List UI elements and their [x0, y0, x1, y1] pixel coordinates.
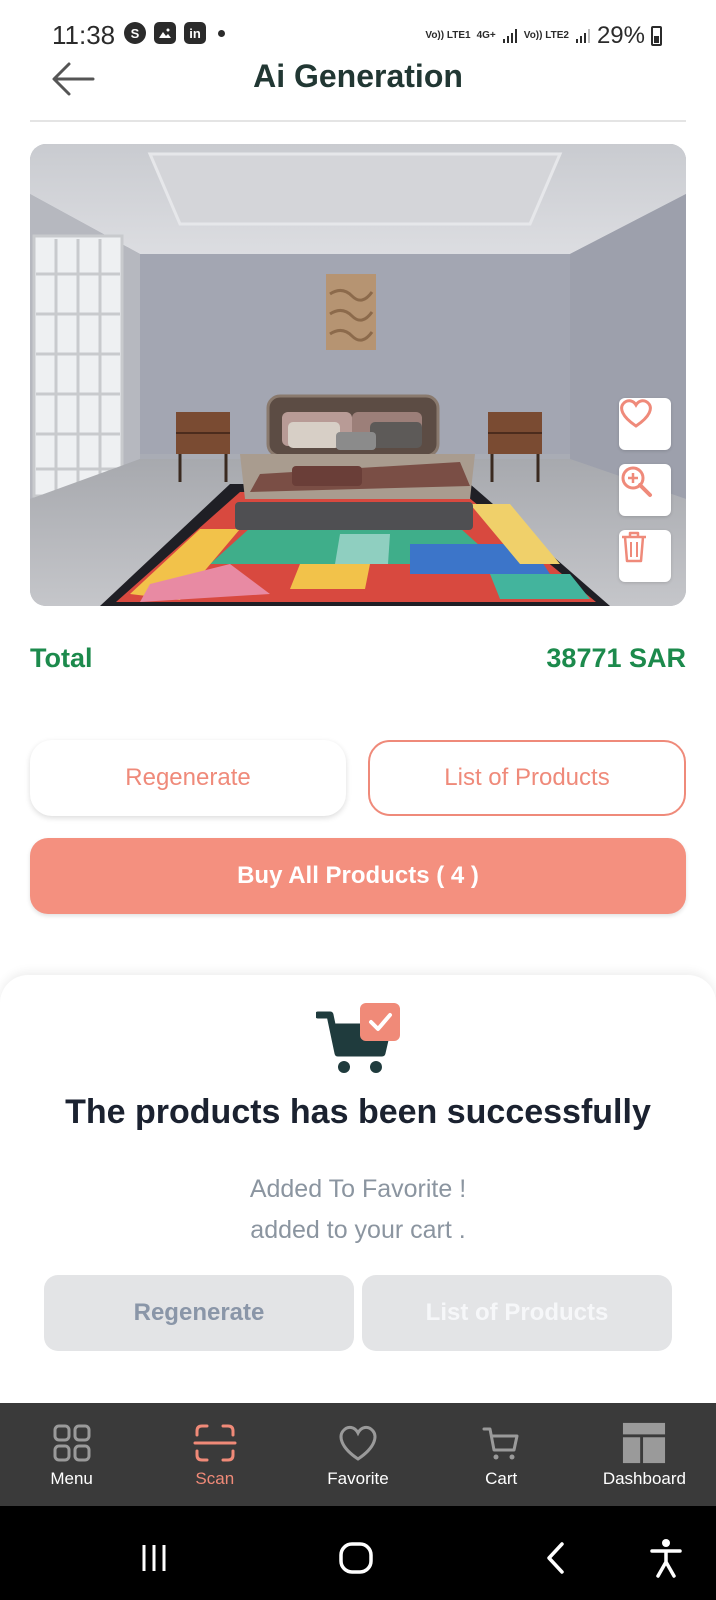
battery-percent: 29%	[596, 22, 645, 49]
heart-icon	[336, 1421, 380, 1465]
bottom-navigation: Menu Scan Favorite Cart Dashboard	[0, 1403, 716, 1506]
gallery-notification-icon	[154, 22, 176, 44]
status-indicators: Vo)) LTE1 4G+ Vo)) LTE2 29%	[425, 22, 662, 50]
nav-item-menu[interactable]: Menu	[0, 1403, 143, 1506]
nav-label: Cart	[485, 1468, 518, 1488]
regenerate-button[interactable]: Regenerate	[30, 740, 346, 816]
nav-label: Favorite	[327, 1468, 389, 1488]
linkedin-notification-icon: in	[184, 22, 206, 44]
home-icon	[339, 1542, 373, 1574]
list-of-products-button[interactable]: List of Products	[368, 740, 686, 816]
nav-label: Scan	[195, 1468, 235, 1488]
zoom-in-icon	[621, 466, 652, 497]
zoom-button[interactable]	[619, 464, 671, 516]
total-label: Total	[30, 643, 93, 673]
recent-apps-button[interactable]	[132, 1536, 176, 1580]
recent-apps-icon	[142, 1545, 166, 1571]
more-notifications-icon	[218, 29, 225, 37]
system-navigation-bar	[0, 1506, 716, 1600]
app-header: Ai Generation	[0, 52, 716, 122]
status-bar: 11:38 S in Vo)) LTE1 4G+ Vo)) LTE2 29%	[0, 0, 716, 58]
nav-item-cart[interactable]: Cart	[430, 1403, 573, 1506]
success-bottom-sheet: The products has been successfully Added…	[0, 975, 716, 1403]
sheet-list-of-products-button[interactable]: List of Products	[362, 1275, 672, 1351]
signal-icon	[575, 29, 590, 43]
generated-room-image	[30, 144, 686, 606]
favorite-button[interactable]	[619, 398, 671, 450]
status-notification-icons: S in	[124, 22, 225, 44]
cart-check-icon	[316, 1003, 400, 1073]
total-value: 38771 SAR	[546, 643, 686, 673]
nav-label: Dashboard	[602, 1468, 686, 1488]
home-button[interactable]	[334, 1536, 378, 1580]
nav-item-dashboard[interactable]: Dashboard	[573, 1403, 716, 1506]
cart-icon	[479, 1421, 523, 1465]
nav-item-favorite[interactable]: Favorite	[286, 1403, 429, 1506]
grid-icon	[50, 1421, 94, 1465]
status-time: 11:38	[52, 20, 116, 50]
header-divider	[30, 120, 686, 122]
network-type-label: 4G+	[476, 30, 496, 41]
sheet-message-favorite: Added To Favorite !	[249, 1175, 467, 1203]
room-illustration	[30, 144, 686, 606]
heart-icon	[620, 399, 652, 428]
sim1-network-label: Vo)) LTE1	[425, 30, 471, 41]
sheet-title: The products has been successfully	[65, 1093, 651, 1131]
nav-label: Menu	[50, 1468, 93, 1488]
sheet-message-cart: added to your cart .	[250, 1216, 466, 1244]
battery-icon	[651, 26, 662, 46]
buy-all-products-button[interactable]: Buy All Products ( 4 )	[30, 838, 686, 914]
chevron-left-icon	[547, 1542, 564, 1574]
accessibility-button[interactable]	[644, 1536, 688, 1580]
delete-button[interactable]	[619, 530, 671, 582]
page-title: Ai Generation	[253, 58, 463, 94]
scan-icon	[193, 1421, 237, 1465]
signal-icon	[502, 29, 517, 43]
sheet-regenerate-button[interactable]: Regenerate	[44, 1275, 354, 1351]
accessibility-icon	[650, 1539, 682, 1578]
system-back-button[interactable]	[534, 1536, 578, 1580]
sim2-network-label: Vo)) LTE2	[523, 30, 569, 41]
app-notification-icon: S	[124, 22, 146, 44]
dashboard-icon	[622, 1421, 666, 1465]
trash-icon	[622, 531, 646, 563]
nav-item-scan[interactable]: Scan	[143, 1403, 286, 1506]
